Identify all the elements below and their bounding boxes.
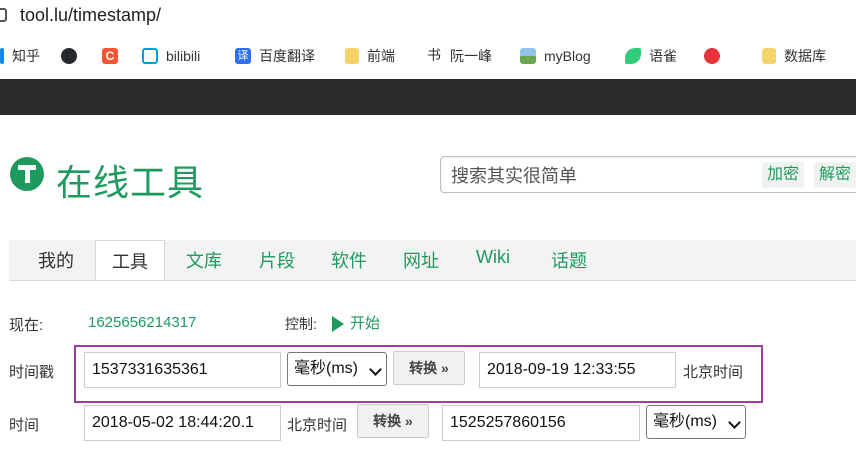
site-title[interactable]: 在线工具 [56,154,204,206]
bookmark-bilibili[interactable]: bilibili [142,46,200,66]
bookmark-csdn[interactable]: C [102,46,126,66]
github-icon [61,48,77,64]
datetime-output[interactable]: 2018-09-19 12:33:55 [479,352,676,388]
timezone-label: 北京时间 [683,364,744,381]
image-icon [520,48,536,64]
logo-icon[interactable] [10,157,44,191]
timestamp-output[interactable]: 1525257860156 [442,405,640,441]
start-button[interactable]: 开始 [332,312,380,333]
url-text[interactable]: tool.lu/timestamp/ [20,5,161,26]
control-label: 控制: [285,316,317,332]
tab-topics[interactable]: 话题 [551,247,587,273]
main-nav: 我的 工具 文库 片段 软件 网址 Wiki 话题 [9,240,856,281]
timezone-label: 北京时间 [287,417,348,434]
ruanyifeng-icon: 书 [427,48,441,64]
tab-wiki[interactable]: Wiki [476,247,510,268]
bookmark-myblog[interactable]: myBlog [520,46,591,66]
yuque-icon [625,48,641,64]
tab-tools[interactable]: 工具 [95,240,165,280]
timestamp-input[interactable]: 1537331635361 [84,352,281,388]
bookmark-database[interactable]: 数据库 [762,46,826,66]
bilibili-icon [142,48,158,64]
datetime-input[interactable]: 2018-05-02 18:44:20.1 [84,405,281,441]
now-label: 现在: [9,317,44,334]
tab-library[interactable]: 文库 [186,247,222,273]
tab-mine[interactable]: 我的 [38,247,74,273]
play-icon [332,316,344,333]
bookmark-frontend[interactable]: 前端 [345,46,395,66]
folder-icon [345,48,359,64]
bookmark-ruanyifeng[interactable]: 书 阮一峰 [426,46,492,66]
folder-icon [762,48,776,64]
bookmark-yuque[interactable]: 语雀 [625,46,677,66]
tab-snippets[interactable]: 片段 [259,247,295,273]
bookmarks-bar: 知乎 C bilibili 译 百度翻译 前端 书 阮一峰 myBlog 语雀 … [0,33,856,80]
bookmark-ie[interactable] [704,46,728,66]
encrypt-button[interactable]: 加密 [762,162,805,188]
bookmark-zhihu[interactable]: 知乎 [0,46,40,66]
csdn-icon: C [102,48,118,64]
time-label: 时间 [9,417,40,434]
site-topbar [0,79,856,115]
now-timestamp: 1625656214317 [88,314,197,331]
convert-datetime-button[interactable]: 转换 » [357,404,429,438]
chevron-down-icon [728,416,741,429]
baidu-translate-icon: 译 [235,48,251,64]
lock-icon[interactable] [0,8,7,22]
convert-timestamp-button[interactable]: 转换 » [393,351,465,385]
decrypt-button[interactable]: 解密 [814,162,856,188]
zhihu-icon [0,48,4,64]
unit-select[interactable]: 毫秒(ms) [646,405,746,439]
bookmark-github[interactable] [61,46,85,66]
search-input[interactable] [449,163,753,189]
address-bar[interactable]: tool.lu/timestamp/ [0,0,856,33]
chevron-down-icon [369,363,382,376]
unit-select[interactable]: 毫秒(ms) [287,352,387,386]
ie-icon [704,48,720,64]
search-box: 加密 解密 [440,156,856,193]
tab-urls[interactable]: 网址 [403,247,439,273]
timestamp-label: 时间戳 [9,364,55,381]
bookmark-baidu-translate[interactable]: 译 百度翻译 [235,46,315,66]
tab-software[interactable]: 软件 [331,247,367,273]
